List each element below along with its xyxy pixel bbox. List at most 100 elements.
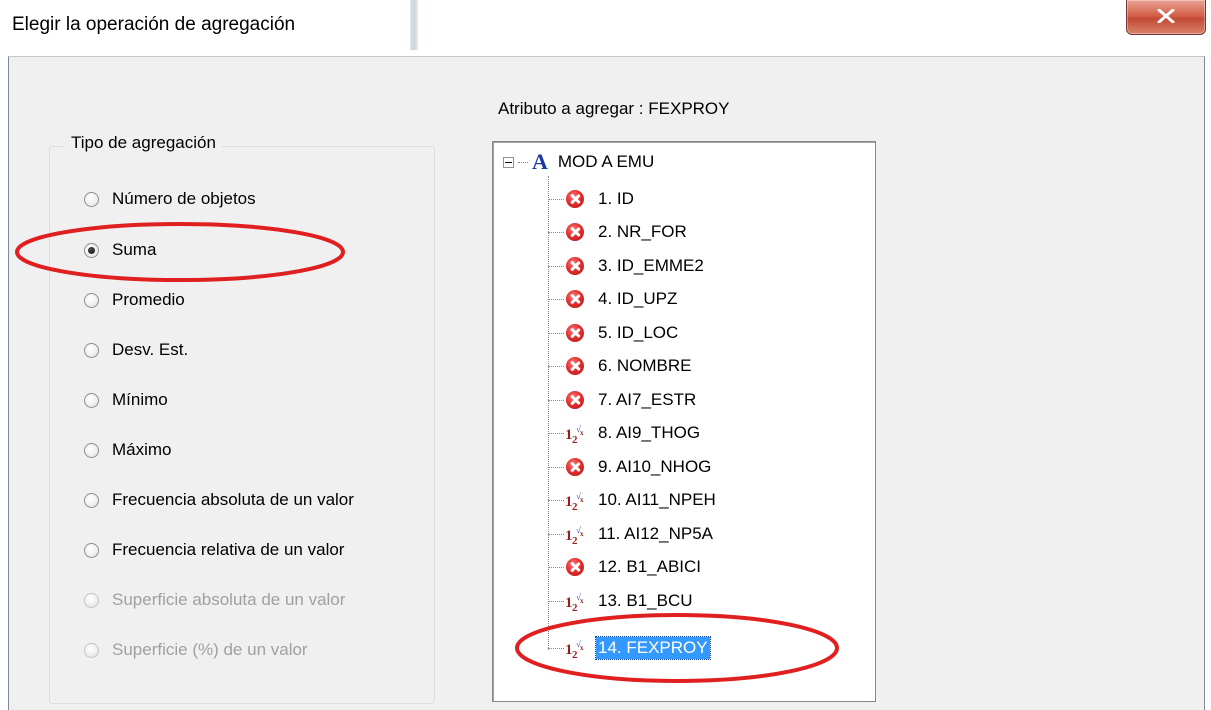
tree-item-label: 3. ID_EMME2 (598, 256, 704, 275)
error-icon (566, 558, 584, 576)
tree-connector (548, 566, 564, 568)
radio-minimo[interactable]: Mínimo (84, 388, 168, 412)
tree-item-ai9-thog[interactable]: 1 2 √ x 8. AI9_THOG (548, 421, 702, 445)
svg-text:2: 2 (572, 535, 578, 545)
error-icon (566, 391, 584, 409)
radio-suma[interactable]: Suma (84, 238, 156, 262)
radio-label: Mínimo (112, 390, 168, 409)
tree-item-id[interactable]: 1. ID (548, 187, 636, 211)
aggregation-type-group (49, 146, 435, 704)
svg-text:2: 2 (572, 649, 578, 659)
radio-button-superficie-absoluta (84, 592, 99, 608)
tree-connector (548, 600, 564, 602)
tree-item-fexproy[interactable]: 1 2 √ x 14. FEXPROY (548, 636, 711, 660)
tree-item-nr-for[interactable]: 2. NR_FOR (548, 220, 689, 244)
radio-button-minimo[interactable] (84, 392, 99, 408)
radio-button-desv-est[interactable] (84, 342, 99, 358)
error-icon (566, 290, 584, 308)
radio-button-promedio[interactable] (84, 292, 99, 308)
title-bar: Elegir la operación de agregación (0, 0, 1211, 56)
tree-item-label: 11. AI12_NP5A (598, 524, 713, 543)
svg-text:2: 2 (572, 501, 578, 511)
svg-text:2: 2 (572, 602, 578, 612)
svg-text:x: x (580, 597, 584, 605)
radio-label: Superficie (%) de un valor (112, 640, 308, 659)
tree-item-label: 8. AI9_THOG (598, 423, 701, 442)
tree-item-label: 7. AI7_ESTR (598, 390, 697, 409)
tree-item-label: 14. FEXPROY (595, 636, 711, 660)
radio-label: Desv. Est. (112, 340, 189, 359)
tree-item-id-loc[interactable]: 5. ID_LOC (548, 321, 680, 345)
svg-text:x: x (580, 429, 584, 437)
tree-item-b1-abici[interactable]: 12. B1_ABICI (548, 555, 703, 579)
radio-desv-est[interactable]: Desv. Est. (84, 338, 188, 362)
radio-superficie-absoluta: Superficie absoluta de un valor (84, 588, 345, 612)
tree-item-ai11-npeh[interactable]: 1 2 √ x 10. AI11_NPEH (548, 488, 718, 512)
svg-text:x: x (580, 496, 584, 504)
aggregation-type-legend: Tipo de agregación (65, 133, 222, 153)
tree-root-label: MOD A EMU (557, 152, 655, 171)
tree-item-label: 1. ID (598, 189, 634, 208)
tree-item-label: 10. AI11_NPEH (598, 490, 716, 509)
numeric-icon: 1 2 √ x (565, 491, 584, 511)
radio-label: Promedio (112, 290, 185, 309)
radio-button-maximo[interactable] (84, 442, 99, 458)
tree-item-id-emme2[interactable]: 3. ID_EMME2 (548, 254, 706, 278)
radio-label: Frecuencia relativa de un valor (112, 540, 345, 559)
tree-item-nombre[interactable]: 6. NOMBRE (548, 354, 694, 378)
tree-connector (548, 466, 564, 468)
svg-text:x: x (580, 644, 584, 652)
numeric-icon: 1 2 √ x (565, 639, 584, 659)
tree-connector (518, 161, 528, 163)
tree-connector (548, 198, 564, 200)
error-icon (566, 257, 584, 275)
tree-item-label: 12. B1_ABICI (598, 557, 702, 576)
numeric-icon: 1 2 √ x (565, 424, 584, 444)
radio-superficie-porcentaje: Superficie (%) de un valor (84, 638, 308, 662)
collapse-icon[interactable] (503, 156, 514, 168)
close-button[interactable] (1126, 0, 1206, 35)
radio-promedio[interactable]: Promedio (84, 288, 185, 312)
layer-a-icon: A (532, 149, 548, 174)
radio-button-frecuencia-absoluta[interactable] (84, 492, 99, 508)
svg-text:x: x (580, 530, 584, 538)
radio-button-suma[interactable] (84, 242, 99, 258)
radio-label: Máximo (112, 440, 172, 459)
tree-connector (548, 265, 564, 267)
close-icon (1157, 9, 1175, 23)
attribute-to-aggregate-label: Atributo a agregar : FEXPROY (498, 99, 730, 118)
tree-item-b1-bcu[interactable]: 1 2 √ x 13. B1_BCU (548, 589, 695, 613)
radio-frecuencia-absoluta[interactable]: Frecuencia absoluta de un valor (84, 488, 354, 512)
tree-item-id-upz[interactable]: 4. ID_UPZ (548, 287, 679, 311)
radio-button-superficie-porcentaje (84, 642, 99, 658)
window-title: Elegir la operación de agregación (12, 14, 296, 35)
radio-numero-objetos[interactable]: Número de objetos (84, 187, 256, 211)
tree-item-ai7-estr[interactable]: 7. AI7_ESTR (548, 388, 698, 412)
error-icon (566, 357, 584, 375)
tree-item-label: 5. ID_LOC (598, 323, 679, 342)
tree-item-label: 2. NR_FOR (598, 222, 687, 241)
tree-connector (548, 399, 564, 401)
tree-connector (548, 298, 564, 300)
radio-button-frecuencia-relativa[interactable] (84, 542, 99, 558)
radio-button-numero-objetos[interactable] (84, 191, 99, 207)
radio-frecuencia-relativa[interactable]: Frecuencia relativa de un valor (84, 538, 344, 562)
tree-connector (548, 533, 564, 535)
radio-label: Número de objetos (112, 189, 256, 208)
error-icon (566, 458, 584, 476)
tree-item-label: 6. NOMBRE (598, 356, 692, 375)
tree-connector (548, 365, 564, 367)
radio-maximo[interactable]: Máximo (84, 438, 172, 462)
radio-label: Superficie absoluta de un valor (112, 590, 346, 609)
error-icon (566, 190, 584, 208)
radio-label: Frecuencia absoluta de un valor (112, 490, 354, 509)
tree-root-node[interactable]: A MOD A EMU (503, 150, 654, 174)
error-icon (566, 324, 584, 342)
error-icon (566, 223, 584, 241)
svg-text:2: 2 (572, 434, 578, 444)
tree-item-ai10-nhog[interactable]: 9. AI10_NHOG (548, 455, 713, 479)
tree-item-ai12-np5a[interactable]: 1 2 √ x 11. AI12_NP5A (548, 522, 715, 546)
tree-connector (548, 231, 564, 233)
numeric-icon: 1 2 √ x (565, 592, 584, 612)
numeric-icon: 1 2 √ x (565, 525, 584, 545)
